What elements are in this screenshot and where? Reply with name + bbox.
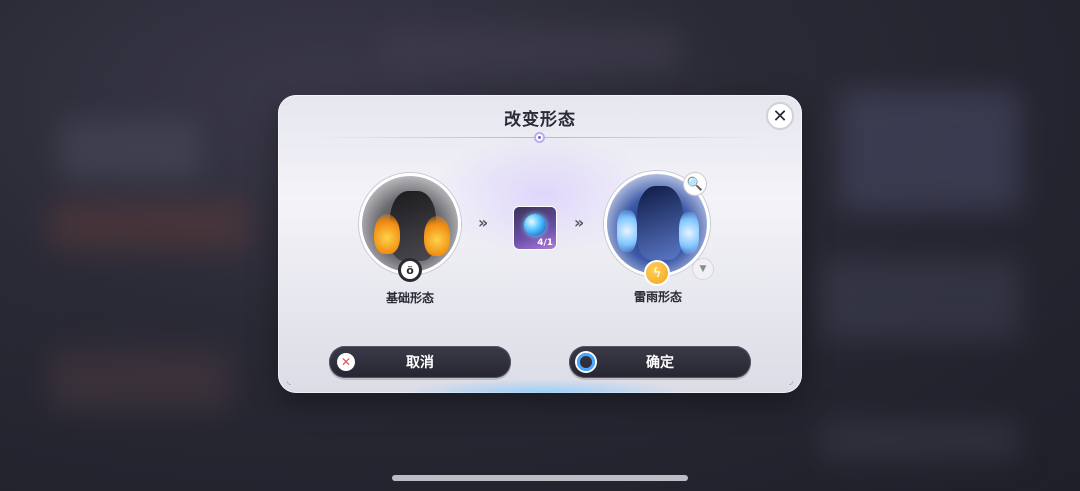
blue-orb-item-icon [524, 214, 546, 236]
cost-item-slot[interactable]: 4/1 [513, 206, 557, 250]
flame-right [424, 216, 450, 256]
magnifier-symbol: 🔍 [686, 176, 704, 192]
corner-decoration: ◞ [789, 376, 793, 387]
title-divider-dot [534, 132, 545, 143]
magnifier-icon[interactable]: 🔍 [683, 172, 707, 196]
creature-body [637, 186, 683, 260]
bottom-glow [398, 379, 688, 393]
background-blur [50, 350, 230, 410]
base-form-label: 基础形态 [385, 291, 434, 305]
background-blur [820, 420, 1020, 460]
double-chevron-icon: ›› [574, 213, 584, 232]
change-form-dialog: 改变形态 ✕ ö 基础形态 ›› 4/1 ›› 🔍 ▼ ϟ 雷雨形态 ✕ 取消 [278, 95, 802, 393]
base-form-badge-icon: ö [398, 258, 422, 282]
item-count: 4/1 [537, 238, 553, 248]
background-blur [820, 260, 1020, 340]
background-blur [840, 90, 1020, 210]
corner-decoration: ◟ [287, 376, 291, 387]
background-blur [380, 30, 680, 70]
lightning-right [679, 212, 699, 254]
lightning-left [617, 210, 637, 252]
flame-left [374, 214, 400, 254]
confirm-button-label: 确定 [646, 355, 674, 371]
dropdown-symbol: ▼ [699, 264, 707, 274]
cancel-button-label: 取消 [406, 355, 434, 371]
cancel-button[interactable]: ✕ 取消 [329, 346, 511, 378]
storm-form-label: 雷雨形态 [633, 290, 682, 304]
badge-symbol: ϟ [652, 265, 662, 281]
home-indicator-bar[interactable] [392, 475, 688, 481]
background-blur [60, 120, 200, 180]
thunderstorm-badge-icon: ϟ [644, 260, 670, 286]
badge-symbol: ö [406, 263, 414, 277]
close-button[interactable]: ✕ [766, 102, 794, 130]
confirm-circle-icon [577, 353, 595, 371]
dialog-title: 改变形态 [504, 110, 576, 130]
chevron-down-icon[interactable]: ▼ [692, 258, 714, 280]
background-blur [50, 200, 250, 250]
double-chevron-icon: ›› [478, 213, 488, 232]
confirm-button[interactable]: 确定 [569, 346, 751, 378]
cancel-x-icon: ✕ [337, 353, 355, 371]
close-icon: ✕ [772, 105, 788, 127]
